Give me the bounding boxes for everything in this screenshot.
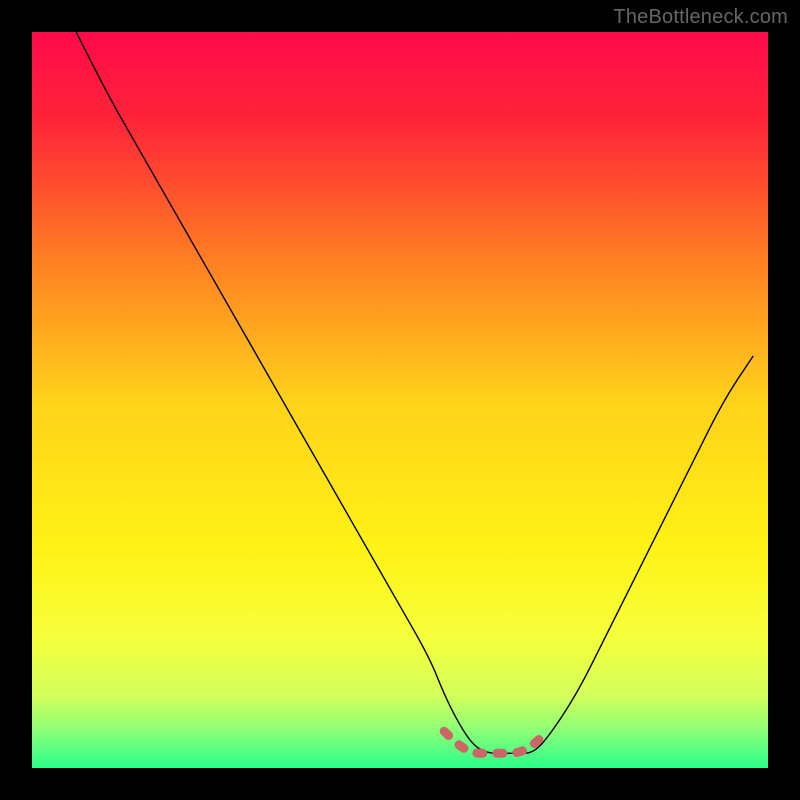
plot-area (32, 32, 768, 768)
watermark-text: TheBottleneck.com (613, 6, 788, 29)
curve-layer (32, 32, 768, 768)
optimal-range-marker (444, 731, 547, 753)
chart-container: TheBottleneck.com (0, 0, 800, 800)
bottleneck-curve (76, 32, 753, 753)
